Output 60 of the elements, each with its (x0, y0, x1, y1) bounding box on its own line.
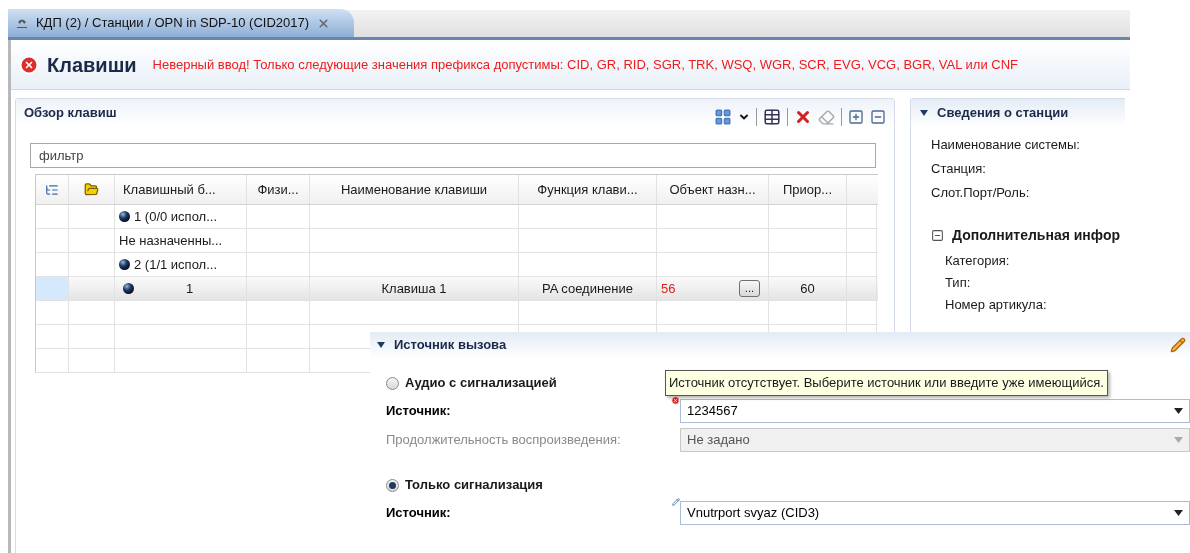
combo-value: 1234567 (687, 402, 738, 421)
table-row[interactable]: 1 Клавиша 1 PA соединение 56 ... 60 (36, 277, 878, 301)
pencil-icon[interactable] (1170, 337, 1186, 353)
key-block-text: 1 (0/0 испол... (134, 207, 218, 226)
filter-field[interactable]: фильтр (30, 143, 876, 168)
panel-title: Сведения о станции (937, 104, 1069, 123)
editor-title: Клавиши (47, 52, 137, 78)
expand-all-icon[interactable] (848, 109, 864, 125)
error-icon (19, 54, 39, 75)
section-title: Дополнительная инфор (952, 226, 1120, 245)
target-object-text: 56 (661, 279, 676, 298)
key-block-text: 2 (1/1 испол... (134, 255, 218, 274)
column-header[interactable]: Наименование клавиши (310, 175, 519, 204)
expand-toggle-icon[interactable] (376, 340, 386, 350)
radio-button[interactable] (386, 376, 399, 390)
priority-text: 60 (800, 279, 815, 298)
panel-title: Обзор клавиш (24, 104, 117, 123)
panel-title: Источник вызова (394, 336, 507, 355)
tab-title: КДП (2) / Станции / OPN in SDP-10 (CID2017) (36, 14, 310, 33)
radio-button[interactable] (386, 478, 399, 492)
column-header[interactable]: Приор... (769, 175, 847, 204)
table-row[interactable]: 2 (1/1 испол... (36, 253, 878, 277)
field-label: Источник: (386, 402, 452, 421)
dropdown-arrow-icon[interactable] (1174, 408, 1183, 414)
combo-value: Не задано (687, 431, 750, 450)
expand-toggle-icon[interactable] (919, 108, 929, 118)
folder-icon[interactable] (84, 182, 99, 197)
combo-box[interactable]: Vnutrport svyaz (CID3) (680, 501, 1190, 525)
key-block-text: Не назначенны... (119, 231, 223, 250)
dropdown-arrow-icon[interactable] (1174, 510, 1183, 516)
key-function-text: PA соединение (542, 279, 633, 298)
radio-label: Только сигнализация (405, 476, 543, 495)
tooltip: Источник отсутствует. Выберите источник или введите уже имеющийся. (665, 370, 1108, 396)
field-label: Наименование системы: (931, 136, 1081, 155)
table-row[interactable]: 1 (0/0 испол... (36, 205, 878, 229)
radio-label: Аудио с сигнализацией (405, 374, 557, 393)
collapse-icon[interactable] (931, 229, 944, 242)
table-edit-icon[interactable] (763, 108, 781, 126)
field-label: Категория: (945, 252, 1011, 271)
column-header[interactable]: Функция клави... (519, 175, 657, 204)
column-header[interactable]: Клавишный б... (115, 175, 247, 204)
field-label: Продолжительность воспроизведения: (386, 431, 622, 450)
delete-icon[interactable] (794, 108, 812, 126)
field-label: Источник: (386, 504, 452, 523)
editor-tab[interactable]: КДП (2) / Станции / OPN in SDP-10 (CID2017) (8, 9, 355, 37)
collapse-all-icon[interactable] (870, 109, 886, 125)
column-header[interactable]: Физи... (247, 175, 310, 204)
key-name-text: Клавиша 1 (381, 279, 447, 298)
field-label: Слот.Порт/Роль: (931, 184, 1031, 203)
key-block-text: 1 (186, 279, 194, 298)
field-label: Тип: (945, 274, 972, 293)
error-message: Неверный ввод! Только следующие значения префикса допустимы: CID, GR, RID, SGR, TRK, WSQ, WGR, SCR, EVG, VCG, BGR, VAL или CNF (152, 55, 1018, 74)
combo-box[interactable]: 1234567 (680, 399, 1190, 423)
table-row[interactable]: Не назначенны... (36, 229, 878, 253)
column-header[interactable]: Объект назн... (657, 175, 769, 204)
tree-icon[interactable] (45, 182, 59, 197)
field-label: Станция: (931, 160, 987, 179)
browse-button[interactable]: ... (738, 280, 760, 297)
field-label: Номер артикула: (945, 296, 1048, 315)
combo-value: Vnutrport svyaz (CID3) (687, 504, 820, 523)
